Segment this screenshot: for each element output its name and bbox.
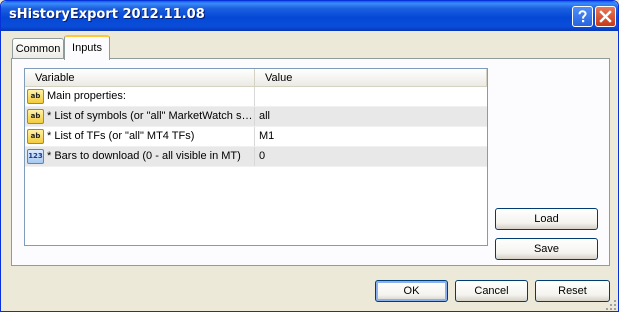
- window-title: sHistoryExport 2012.11.08: [9, 7, 205, 22]
- variable-name: Main properties:: [47, 90, 126, 102]
- variable-cell[interactable]: 123 * Bars to download (0 - all visible …: [25, 147, 255, 166]
- ok-button[interactable]: OK: [375, 280, 448, 302]
- table-row[interactable]: ab * List of TFs (or "all" MT4 TFs) M1: [25, 127, 487, 147]
- variable-name: * List of symbols (or "all" MarketWatch …: [47, 110, 254, 122]
- value-cell[interactable]: 0: [255, 147, 487, 166]
- close-icon: [599, 10, 612, 23]
- value-cell[interactable]: [255, 87, 487, 106]
- inputs-grid: Variable Value ab Main properties: ab * …: [24, 68, 488, 246]
- resize-grip-icon[interactable]: [605, 299, 617, 311]
- column-header-value[interactable]: Value: [255, 69, 487, 87]
- column-header-variable[interactable]: Variable: [25, 69, 255, 87]
- save-button[interactable]: Save: [495, 238, 598, 260]
- inputs-panel: Variable Value ab Main properties: ab * …: [11, 58, 610, 266]
- variable-name: * Bars to download (0 - all visible in M…: [47, 150, 241, 162]
- variable-cell[interactable]: ab * List of TFs (or "all" MT4 TFs): [25, 127, 255, 146]
- value-cell[interactable]: M1: [255, 127, 487, 146]
- variable-cell[interactable]: ab * List of symbols (or "all" MarketWat…: [25, 107, 255, 126]
- table-row[interactable]: ab Main properties:: [25, 87, 487, 107]
- table-row[interactable]: ab * List of symbols (or "all" MarketWat…: [25, 107, 487, 127]
- close-button[interactable]: [595, 6, 616, 27]
- title-bar[interactable]: sHistoryExport 2012.11.08: [1, 1, 618, 31]
- string-type-icon: ab: [27, 129, 44, 144]
- dialog-client-area: Common Inputs Variable Value ab Main pro…: [4, 31, 615, 309]
- reset-button[interactable]: Reset: [535, 280, 610, 302]
- integer-type-icon: 123: [27, 149, 44, 164]
- value-cell[interactable]: all: [255, 107, 487, 126]
- cancel-button[interactable]: Cancel: [455, 280, 528, 302]
- tab-inputs[interactable]: Inputs: [64, 35, 110, 60]
- variable-cell[interactable]: ab Main properties:: [25, 87, 255, 106]
- variable-name: * List of TFs (or "all" MT4 TFs): [47, 130, 195, 142]
- string-type-icon: ab: [27, 109, 44, 124]
- grid-header: Variable Value: [25, 69, 487, 87]
- tab-common[interactable]: Common: [12, 38, 64, 58]
- table-row[interactable]: 123 * Bars to download (0 - all visible …: [25, 147, 487, 167]
- load-button[interactable]: Load: [495, 208, 598, 230]
- question-mark-icon: [578, 10, 587, 23]
- dialog-window: sHistoryExport 2012.11.08 Common Inputs …: [0, 0, 619, 312]
- string-type-icon: ab: [27, 89, 44, 104]
- help-button[interactable]: [572, 6, 593, 27]
